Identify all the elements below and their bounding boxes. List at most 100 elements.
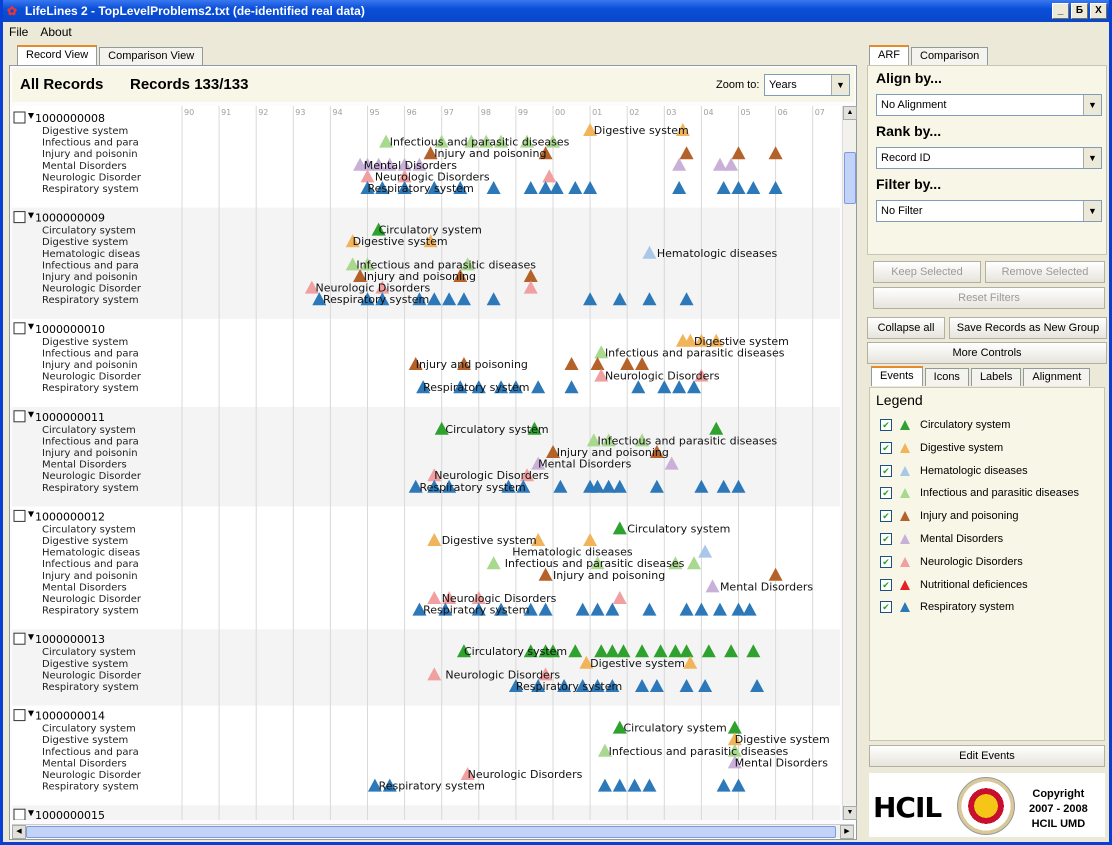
legend-triangle-icon	[900, 602, 910, 613]
legend-checkbox[interactable]: ✔	[880, 464, 892, 477]
category-row-label: Digestive system	[42, 659, 128, 670]
legend-checkbox[interactable]: ✔	[880, 441, 892, 454]
legend-item[interactable]: ✔ Circulatory system	[880, 416, 1102, 434]
chevron-down-icon[interactable]: ▼	[831, 75, 849, 95]
year-tick-label: 98	[481, 108, 491, 117]
title-bar[interactable]: ✿ LifeLines 2 - TopLevelProblems2.txt (d…	[3, 0, 1109, 22]
event-label: Injury and poisoning	[553, 569, 665, 582]
category-row-label: Infectious and para	[42, 138, 139, 149]
remove-selected-button[interactable]: Remove Selected	[985, 261, 1105, 283]
legend-checkbox[interactable]: ✔	[880, 578, 892, 591]
vertical-scrollbar[interactable]: ▲ ▼	[842, 106, 857, 820]
horizontal-scrollbar[interactable]: ◀ ▶	[12, 824, 854, 839]
chevron-down-icon[interactable]: ▼	[1083, 201, 1101, 221]
copyright-line-2: 2007 - 2008	[1029, 803, 1088, 815]
category-row-label: Neurologic Disorder	[42, 770, 142, 781]
chevron-down-icon[interactable]: ▼	[1083, 148, 1101, 168]
legend-item[interactable]: ✔ Neurologic Disorders	[880, 553, 1102, 571]
tab-events[interactable]: Events	[871, 366, 923, 386]
align-select[interactable]: No Alignment ▼	[876, 94, 1102, 116]
event-label: Hematologic diseases	[657, 247, 778, 260]
tab-arf[interactable]: ARF	[869, 45, 909, 65]
rank-heading: Rank by...	[876, 123, 942, 139]
legend-checkbox[interactable]: ✔	[880, 419, 892, 431]
legend-item[interactable]: ✔ Injury and poisoning	[880, 507, 1102, 525]
menu-file[interactable]: File	[9, 25, 28, 39]
tab-labels[interactable]: Labels	[970, 368, 1022, 386]
legend-triangle-icon	[900, 420, 910, 430]
record-band	[12, 629, 840, 706]
keep-selected-button[interactable]: Keep Selected	[873, 261, 981, 283]
year-tick-label: 04	[703, 108, 713, 117]
save-records-button[interactable]: Save Records as New Group	[949, 317, 1107, 339]
event-label: Circulatory system	[464, 645, 567, 658]
tab-record-view[interactable]: Record View	[17, 45, 98, 65]
legend-item[interactable]: ✔ Respiratory system	[880, 598, 1102, 616]
category-row-label: Digestive system	[42, 237, 128, 248]
legend-item[interactable]: ✔ Nutritional deficiences	[880, 576, 1102, 594]
event-label: Respiratory system	[423, 381, 529, 394]
legend-item[interactable]: ✔ Digestive system	[880, 439, 1102, 457]
event-label: Respiratory system	[368, 182, 474, 195]
legend-panel: Legend ✔ Circulatory system ✔ Digestive sys…	[869, 387, 1105, 741]
legend-triangle-icon	[900, 442, 910, 453]
tab-alignment[interactable]: Alignment	[1023, 368, 1091, 386]
hscroll-thumb[interactable]	[26, 826, 836, 838]
legend-checkbox[interactable]: ✔	[880, 555, 892, 568]
tab-icons[interactable]: Icons	[924, 368, 969, 386]
tab-comparison-view[interactable]: Comparison View	[99, 47, 204, 65]
logo-area: HCIL Copyright 2007 - 2008 HCIL UMD	[869, 773, 1105, 837]
record-view-panel: All Records Records 133/133 Zoom to: Yea…	[9, 65, 857, 840]
event-label: Digestive system	[353, 235, 448, 248]
legend-checkbox[interactable]: ✔	[880, 510, 892, 523]
legend-checkbox[interactable]: ✔	[880, 533, 892, 545]
hcil-logo: HCIL	[873, 791, 942, 824]
maximize-button[interactable]: Б	[1071, 3, 1088, 19]
scroll-thumb[interactable]	[844, 152, 856, 204]
legend-label: Hematologic diseases	[920, 464, 1028, 477]
copyright-line-3: HCIL UMD	[1031, 818, 1086, 830]
filter-select[interactable]: No Filter ▼	[876, 200, 1102, 222]
more-controls-button[interactable]: More Controls	[867, 342, 1107, 364]
chevron-down-icon[interactable]: ▼	[1083, 95, 1101, 115]
zoom-select[interactable]: Years ▼	[764, 74, 850, 96]
scroll-up-icon[interactable]: ▲	[843, 106, 857, 120]
legend-item[interactable]: ✔ Mental Disorders	[880, 530, 1102, 548]
category-row-label: Infectious and para	[42, 260, 139, 271]
edit-events-button[interactable]: Edit Events	[869, 745, 1105, 767]
record-checkbox	[13, 632, 26, 645]
category-row-label: Circulatory system	[42, 647, 136, 658]
legend-item[interactable]: ✔ Infectious and parasitic diseases	[880, 484, 1102, 502]
year-tick-label: 91	[221, 108, 231, 117]
scroll-left-icon[interactable]: ◀	[12, 825, 26, 839]
menu-about[interactable]: About	[40, 25, 71, 39]
record-checkbox	[13, 709, 26, 722]
legend-item[interactable]: ✔ Hematologic diseases	[880, 462, 1102, 480]
category-row-label: Circulatory system	[42, 226, 136, 237]
rank-select[interactable]: Record ID ▼	[876, 147, 1102, 169]
collapse-all-button[interactable]: Collapse all	[867, 317, 945, 339]
minimize-button[interactable]: _	[1052, 3, 1069, 19]
event-label: Injury and poisoning	[416, 358, 528, 371]
reset-filters-button[interactable]: Reset Filters	[873, 287, 1105, 309]
tab-comparison[interactable]: Comparison	[911, 47, 989, 65]
category-row-label: Neurologic Disorder	[42, 594, 142, 605]
category-row-label: Respiratory system	[42, 383, 139, 394]
close-button[interactable]: X	[1090, 3, 1107, 19]
window-title: LifeLines 2 - TopLevelProblems2.txt (de-…	[25, 4, 365, 18]
legend-triangle-icon	[900, 579, 910, 590]
scroll-right-icon[interactable]: ▶	[840, 825, 854, 839]
category-row-label: Neurologic Disorder	[42, 284, 142, 295]
event-label: Circulatory system	[623, 722, 726, 735]
legend-checkbox[interactable]: ✔	[880, 601, 892, 614]
category-row-label: Respiratory system	[42, 184, 139, 195]
scroll-down-icon[interactable]: ▼	[843, 806, 857, 820]
legend-checkbox[interactable]: ✔	[880, 487, 892, 500]
event-label: Respiratory system	[419, 481, 525, 494]
year-tick-label: 92	[258, 108, 268, 117]
filter-select-value: No Filter	[881, 205, 923, 217]
timeline-svg: 90 91 92 93 94 95 96 97 98 99 00 01 02 03 04 05 06 07 1000…	[12, 106, 840, 820]
legend-label: Circulatory system	[920, 419, 1011, 431]
legend-label: Neurologic Disorders	[920, 555, 1023, 568]
timeline-chart[interactable]: 90 91 92 93 94 95 96 97 98 99 00 01 02 03 04 05 06 07 1000…	[12, 106, 840, 820]
